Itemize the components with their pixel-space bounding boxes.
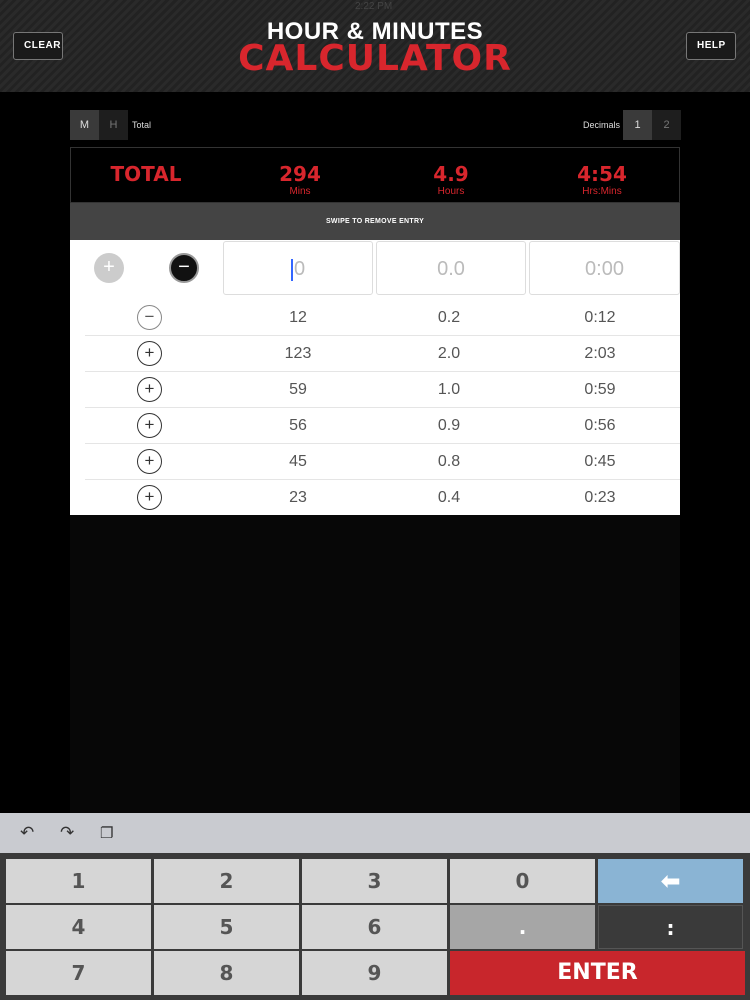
entry-hours: 0.4 (437, 489, 461, 506)
input-row: + − 0 0.0 0:00 (70, 240, 680, 296)
decimal-point-key[interactable]: . (450, 905, 595, 949)
entry-sign-button[interactable]: + (137, 377, 162, 402)
key-4[interactable]: 4 (6, 905, 151, 949)
entry-hrsmins: 0:45 (584, 453, 616, 470)
key-3[interactable]: 3 (302, 859, 447, 903)
entry-row[interactable]: + 59 1.0 0:59 (70, 372, 680, 408)
hours-input[interactable]: 0.0 (376, 241, 526, 295)
decimals-2-button[interactable]: 2 (652, 110, 681, 140)
entry-hours: 0.9 (437, 417, 461, 434)
app-title-bottom: CALCULATOR (238, 38, 512, 79)
entry-list: + − 0 0.0 0:00 − 12 0.2 0:12 + 123 2.0 2… (70, 240, 680, 515)
entry-sign-button[interactable]: + (137, 449, 162, 474)
decimals-1-button[interactable]: 1 (623, 110, 652, 140)
entry-sign-button[interactable]: + (137, 485, 162, 510)
mode-total-label: Total (132, 120, 152, 130)
help-button[interactable]: HELP (686, 32, 736, 60)
total-hrsmins-value: 4:54 (577, 162, 627, 186)
subtract-mode-button[interactable]: − (169, 253, 199, 283)
key-1[interactable]: 1 (6, 859, 151, 903)
text-cursor (290, 258, 293, 281)
entry-hrsmins: 0:23 (584, 489, 616, 506)
entry-row[interactable]: − 12 0.2 0:12 (70, 300, 680, 336)
entry-hrsmins: 2:03 (584, 345, 616, 362)
entry-hours: 0.8 (437, 453, 461, 470)
mode-minutes-button[interactable]: M (70, 110, 99, 140)
entry-minutes: 59 (289, 381, 307, 398)
entry-sign-button[interactable]: + (137, 341, 162, 366)
total-hours-unit: Hours (437, 186, 465, 197)
minutes-input[interactable]: 0 (223, 241, 373, 295)
status-bar: 2:22 PM (0, 0, 750, 14)
entry-minutes: 45 (289, 453, 307, 470)
entry-sign-button[interactable]: − (137, 305, 162, 330)
total-minutes: 294 Mins (225, 162, 375, 197)
hrsmins-input[interactable]: 0:00 (529, 241, 680, 295)
entry-row[interactable]: + 45 0.8 0:45 (70, 444, 680, 480)
entry-row[interactable]: + 123 2.0 2:03 (70, 336, 680, 372)
keyboard-toolbar: ↶ ↷ ❐ (0, 813, 750, 853)
total-hrsmins-unit: Hrs:Mins (582, 186, 622, 197)
swipe-hint: SWIPE TO REMOVE ENTRY (70, 203, 680, 240)
decimals-label: Decimals (583, 120, 621, 130)
undo-icon[interactable]: ↶ (20, 823, 34, 843)
total-hrsmins: 4:54 Hrs:Mins (527, 162, 677, 197)
key-7[interactable]: 7 (6, 951, 151, 995)
entry-minutes: 23 (289, 489, 307, 506)
total-label: TOTAL (110, 162, 182, 186)
entry-row[interactable]: + 23 0.4 0:23 (70, 480, 680, 516)
backspace-icon: ⬅ (660, 867, 681, 895)
entry-hours: 0.2 (437, 309, 461, 326)
mode-bar: M H Total Decimals 1 2 (70, 110, 681, 140)
empty-list-area (70, 515, 680, 813)
key-0[interactable]: 0 (450, 859, 595, 903)
colon-key[interactable]: : (598, 905, 743, 949)
entry-hours: 2.0 (437, 345, 461, 362)
totals-panel: TOTAL 294 Mins 4.9 Hours 4:54 Hrs:Mins (70, 147, 680, 203)
entry-row[interactable]: + 56 0.9 0:56 (70, 408, 680, 444)
key-6[interactable]: 6 (302, 905, 447, 949)
entry-hrsmins: 0:59 (584, 381, 616, 398)
entry-hrsmins: 0:12 (584, 309, 616, 326)
key-8[interactable]: 8 (154, 951, 299, 995)
entry-minutes: 123 (284, 345, 312, 362)
keypad: 1 2 3 0 ⬅ 4 5 6 . : 7 8 9 ENTER (0, 853, 750, 1000)
status-time: 2:22 PM (355, 1, 393, 12)
minutes-input-value: 0 (293, 258, 306, 280)
add-mode-button[interactable]: + (94, 253, 124, 283)
entry-hrsmins: 0:56 (584, 417, 616, 434)
enter-key[interactable]: ENTER (450, 951, 745, 995)
redo-icon[interactable]: ↷ (60, 823, 74, 843)
backspace-key[interactable]: ⬅ (598, 859, 743, 903)
entry-sign-button[interactable]: + (137, 413, 162, 438)
total-hours: 4.9 Hours (376, 162, 526, 197)
entry-minutes: 12 (289, 309, 307, 326)
total-hours-value: 4.9 (433, 162, 469, 186)
key-9[interactable]: 9 (302, 951, 447, 995)
total-minutes-value: 294 (279, 162, 321, 186)
total-minutes-unit: Mins (289, 186, 311, 197)
copy-icon[interactable]: ❐ (100, 824, 113, 842)
entry-minutes: 56 (289, 417, 307, 434)
key-5[interactable]: 5 (154, 905, 299, 949)
app-header: 2:22 PM CLEAR HOUR & MINUTES CALCULATOR … (0, 0, 750, 92)
mode-hours-button[interactable]: H (99, 110, 128, 140)
entry-hours: 1.0 (437, 381, 461, 398)
key-2[interactable]: 2 (154, 859, 299, 903)
